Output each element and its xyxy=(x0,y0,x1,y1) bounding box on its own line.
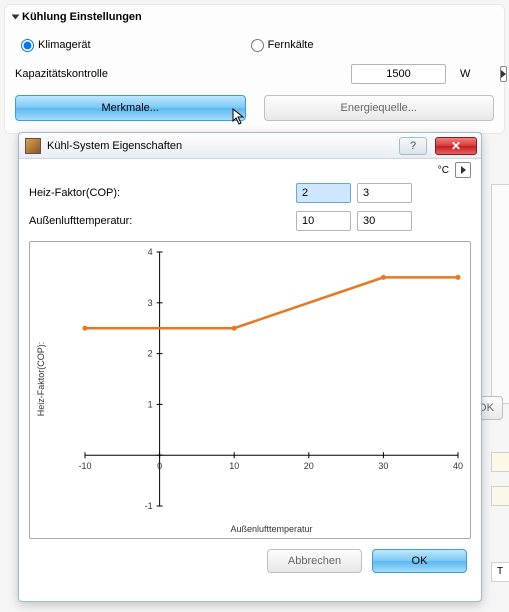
panel-title: Kühlung Einstellungen xyxy=(22,11,142,23)
dialog-titlebar[interactable]: Kühl-System Eigenschaften ? ✕ xyxy=(19,133,481,159)
features-button[interactable]: Merkmale... xyxy=(15,95,246,121)
cop-chart: -10 0 10 20 30 40 -1 1 2 3 4 Außenlufttemperatur Hei… xyxy=(29,241,471,539)
chart-svg: -10 0 10 20 30 40 -1 1 2 3 4 Außenlufttemperatur Hei… xyxy=(30,242,470,538)
svg-text:40: 40 xyxy=(453,461,463,471)
svg-text:-1: -1 xyxy=(145,501,153,511)
features-button-label: Merkmale... xyxy=(102,102,159,114)
unit-spinner[interactable] xyxy=(455,162,471,178)
svg-text:20: 20 xyxy=(304,461,314,471)
temp-value-1-input[interactable] xyxy=(296,211,351,231)
capacity-input[interactable] xyxy=(351,64,446,84)
svg-text:3: 3 xyxy=(148,298,153,308)
radio-fernkaelte[interactable]: Fernkälte xyxy=(251,39,314,52)
capacity-unit: W xyxy=(454,68,470,80)
ok-button-label: OK xyxy=(412,555,428,567)
app-icon xyxy=(25,138,41,154)
svg-text:4: 4 xyxy=(148,247,153,257)
cop-value-1-input[interactable] xyxy=(296,183,351,203)
collapse-icon xyxy=(12,15,20,20)
side-decoration-2 xyxy=(491,486,509,506)
radio-klimageraet-label: Klimagerät xyxy=(38,39,91,51)
radio-fernkaelte-label: Fernkälte xyxy=(268,39,314,51)
side-decoration xyxy=(491,452,509,472)
cancel-button-label: Abbrechen xyxy=(288,555,341,567)
capacity-more-button[interactable] xyxy=(500,66,507,82)
svg-text:0: 0 xyxy=(157,461,162,471)
cop-label: Heiz-Faktor(COP): xyxy=(29,187,204,199)
cancel-button[interactable]: Abbrechen xyxy=(267,549,362,573)
panel-header[interactable]: Kühlung Einstellungen xyxy=(5,5,504,29)
radio-klimageraet[interactable]: Klimagerät xyxy=(21,39,91,52)
close-button[interactable]: ✕ xyxy=(435,137,477,155)
dialog-title: Kühl-System Eigenschaften xyxy=(47,140,393,152)
unit-label: °C xyxy=(438,165,449,176)
capacity-label: Kapazitätskontrolle xyxy=(15,68,215,80)
radio-klimageraet-input[interactable] xyxy=(21,39,34,52)
cooling-settings-panel: Kühlung Einstellungen Klimagerät Fernkäl… xyxy=(4,4,505,134)
energy-source-button-label: Energiequelle... xyxy=(341,102,417,114)
svg-text:10: 10 xyxy=(229,461,239,471)
svg-text:1: 1 xyxy=(148,399,153,409)
energy-source-button[interactable]: Energiequelle... xyxy=(264,95,495,121)
svg-text:2: 2 xyxy=(148,349,153,359)
radio-fernkaelte-input[interactable] xyxy=(251,39,264,52)
cooling-properties-dialog: Kühl-System Eigenschaften ? ✕ °C Heiz-Fa… xyxy=(18,132,482,602)
svg-text:Außenlufttemperatur: Außenlufttemperatur xyxy=(230,524,312,534)
svg-text:Heiz-Faktor(COP):: Heiz-Faktor(COP): xyxy=(36,342,46,417)
temp-value-2-input[interactable] xyxy=(357,211,412,231)
side-scrollbar[interactable] xyxy=(491,184,509,404)
ok-button[interactable]: OK xyxy=(372,549,467,573)
side-label-t: T xyxy=(491,562,509,582)
cop-value-2-input[interactable] xyxy=(357,183,412,203)
svg-text:-10: -10 xyxy=(78,461,91,471)
help-button[interactable]: ? xyxy=(399,137,427,155)
temp-label: Außenlufttemperatur: xyxy=(29,215,204,227)
svg-text:30: 30 xyxy=(378,461,388,471)
